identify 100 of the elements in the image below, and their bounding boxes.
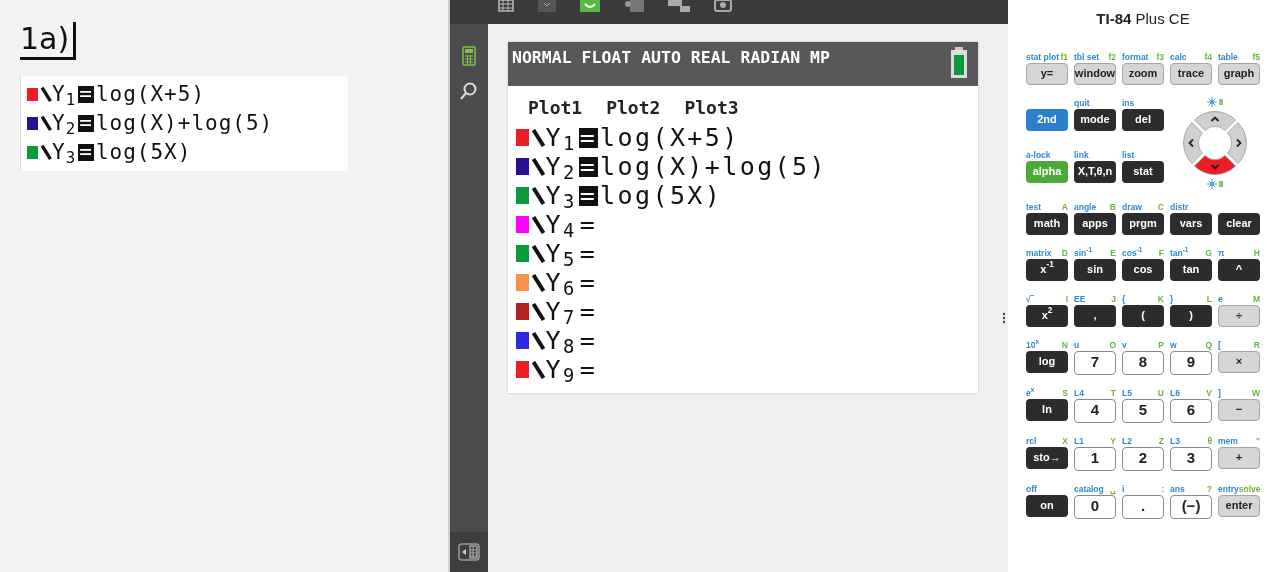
calculator-key[interactable]: stat bbox=[1122, 160, 1164, 183]
brightness-icon bbox=[1207, 178, 1223, 189]
calculator-key[interactable]: apps bbox=[1074, 212, 1116, 235]
equals-toggle[interactable]: = bbox=[578, 214, 599, 235]
alpha-function-label: D bbox=[1061, 246, 1068, 259]
equals-toggle[interactable]: = bbox=[78, 86, 94, 103]
dropdown-button[interactable] bbox=[538, 0, 556, 12]
calculator-key[interactable]: + bbox=[1218, 446, 1260, 469]
calculator-key[interactable]: on bbox=[1026, 494, 1068, 517]
calculator-key[interactable]: del bbox=[1122, 108, 1164, 131]
expression[interactable]: log(X+5) bbox=[600, 118, 740, 157]
equals-toggle[interactable]: = bbox=[578, 127, 599, 148]
second-function-label: e$^{x}$ bbox=[1026, 386, 1035, 399]
calculator-key[interactable]: 4 bbox=[1074, 398, 1116, 423]
calculator-key[interactable]: ) bbox=[1170, 304, 1212, 327]
equals-toggle[interactable]: = bbox=[578, 330, 599, 351]
plot-label[interactable]: Plot2 bbox=[606, 94, 661, 121]
calculator-key[interactable]: vars bbox=[1170, 212, 1212, 235]
calculator-key[interactable]: X,T,θ,n bbox=[1074, 160, 1116, 183]
alpha-function-label: T bbox=[1110, 386, 1116, 399]
calculator-key[interactable]: 8 bbox=[1122, 350, 1164, 375]
calculator-key[interactable]: prgm bbox=[1122, 212, 1164, 235]
second-function-label: cos$^{-1}$ bbox=[1122, 246, 1143, 259]
layout-icon[interactable] bbox=[668, 0, 690, 12]
calculator-key[interactable]: x$^{2}$ bbox=[1026, 304, 1068, 327]
alpha-function-label: θ bbox=[1207, 434, 1212, 447]
calculator-key[interactable]: (−) bbox=[1170, 494, 1212, 519]
calculator-key[interactable]: 7 bbox=[1074, 350, 1116, 375]
plot-label[interactable]: Plot1 bbox=[528, 94, 583, 121]
calculator-icon[interactable] bbox=[498, 0, 514, 12]
calculator-key[interactable]: x$^{-1}$ bbox=[1026, 258, 1068, 281]
line-style-icon bbox=[530, 156, 546, 177]
alpha-function-label: E bbox=[1110, 246, 1116, 259]
equals-toggle[interactable]: = bbox=[578, 156, 599, 177]
calculator-key[interactable]: × bbox=[1218, 350, 1260, 373]
calculator-key[interactable]: 2nd bbox=[1026, 108, 1068, 131]
line-style-icon bbox=[530, 359, 546, 380]
arrow-key[interactable] bbox=[1227, 121, 1247, 164]
second-function-label: ans bbox=[1170, 482, 1185, 495]
calculator-key[interactable]: sin bbox=[1074, 258, 1116, 281]
search-icon[interactable] bbox=[460, 82, 478, 100]
calculator-key[interactable]: y= bbox=[1026, 62, 1068, 85]
calculator-key[interactable]: 2 bbox=[1122, 446, 1164, 471]
line-style-icon bbox=[530, 330, 546, 351]
calculator-key[interactable]: clear bbox=[1218, 212, 1260, 235]
calculator-key[interactable]: zoom bbox=[1122, 62, 1164, 85]
calculator-key[interactable]: , bbox=[1074, 304, 1116, 327]
line-style-icon bbox=[530, 301, 546, 322]
calculator-key[interactable]: . bbox=[1122, 494, 1164, 519]
calculator-key[interactable]: window bbox=[1074, 62, 1116, 85]
status-text: NORMAL FLOAT AUTO REAL RADIAN MP bbox=[512, 47, 830, 69]
brightness-icon bbox=[1207, 96, 1223, 107]
calculator-key[interactable]: cos bbox=[1122, 258, 1164, 281]
equals-toggle[interactable]: = bbox=[78, 115, 94, 132]
plot-label[interactable]: Plot3 bbox=[684, 94, 739, 121]
alpha-function-label: Q bbox=[1205, 338, 1212, 351]
equals-toggle[interactable]: = bbox=[78, 144, 94, 161]
calculator-panel-icon[interactable] bbox=[458, 543, 480, 561]
second-function-label: EE bbox=[1074, 292, 1086, 305]
calculator-key[interactable]: enter bbox=[1218, 494, 1260, 517]
camera-icon[interactable] bbox=[714, 0, 732, 12]
alpha-function-label: f1 bbox=[1060, 50, 1068, 63]
calculator-key[interactable]: sto→ bbox=[1026, 446, 1068, 469]
equals-toggle[interactable]: = bbox=[578, 301, 599, 322]
calculator-key[interactable]: 5 bbox=[1122, 398, 1164, 423]
keypad-title: TI-84 Plus CE bbox=[1095, 9, 1191, 29]
arrow-key[interactable] bbox=[1183, 121, 1203, 164]
arrow-key[interactable] bbox=[1194, 154, 1236, 175]
second-function-label: v bbox=[1122, 338, 1127, 351]
calculator-key[interactable]: 3 bbox=[1170, 446, 1212, 471]
calculator-key[interactable]: ( bbox=[1122, 304, 1164, 327]
calculator-icon[interactable] bbox=[462, 46, 476, 66]
alpha-function-label: N bbox=[1061, 338, 1068, 351]
calculator-key[interactable]: tan bbox=[1170, 258, 1212, 281]
second-function-label: matrix bbox=[1026, 246, 1052, 259]
alpha-function-label: G bbox=[1205, 246, 1212, 259]
second-function-label: mem bbox=[1218, 434, 1238, 447]
calculator-key[interactable]: 1 bbox=[1074, 446, 1116, 471]
alpha-function-label: O bbox=[1109, 338, 1116, 351]
calculator-key[interactable]: 9 bbox=[1170, 350, 1212, 375]
calculator-key[interactable]: 0 bbox=[1074, 494, 1116, 519]
calculator-key[interactable]: 6 bbox=[1170, 398, 1212, 423]
calculator-key[interactable]: trace bbox=[1170, 62, 1212, 85]
calculator-key[interactable]: log bbox=[1026, 350, 1068, 373]
calculator-key[interactable]: math bbox=[1026, 212, 1068, 235]
equals-toggle[interactable]: = bbox=[578, 359, 599, 380]
second-function-label: [ bbox=[1218, 338, 1221, 351]
calculator-key[interactable]: ÷ bbox=[1218, 304, 1260, 327]
second-function-label: angle bbox=[1074, 200, 1097, 213]
equals-toggle[interactable]: = bbox=[578, 243, 599, 264]
calculator-key[interactable]: ^ bbox=[1218, 258, 1260, 281]
equals-toggle[interactable]: = bbox=[578, 185, 599, 206]
equals-toggle[interactable]: = bbox=[578, 272, 599, 293]
calculator-key[interactable]: ln bbox=[1026, 398, 1068, 421]
function-label: Y$_{3}$ bbox=[52, 138, 77, 169]
calculator-key[interactable]: graph bbox=[1218, 62, 1260, 85]
calculator-key[interactable]: mode bbox=[1074, 108, 1116, 131]
resize-handle-icon[interactable] bbox=[1002, 312, 1006, 324]
calculator-key[interactable]: − bbox=[1218, 398, 1260, 421]
arrow-key[interactable] bbox=[1194, 110, 1236, 131]
